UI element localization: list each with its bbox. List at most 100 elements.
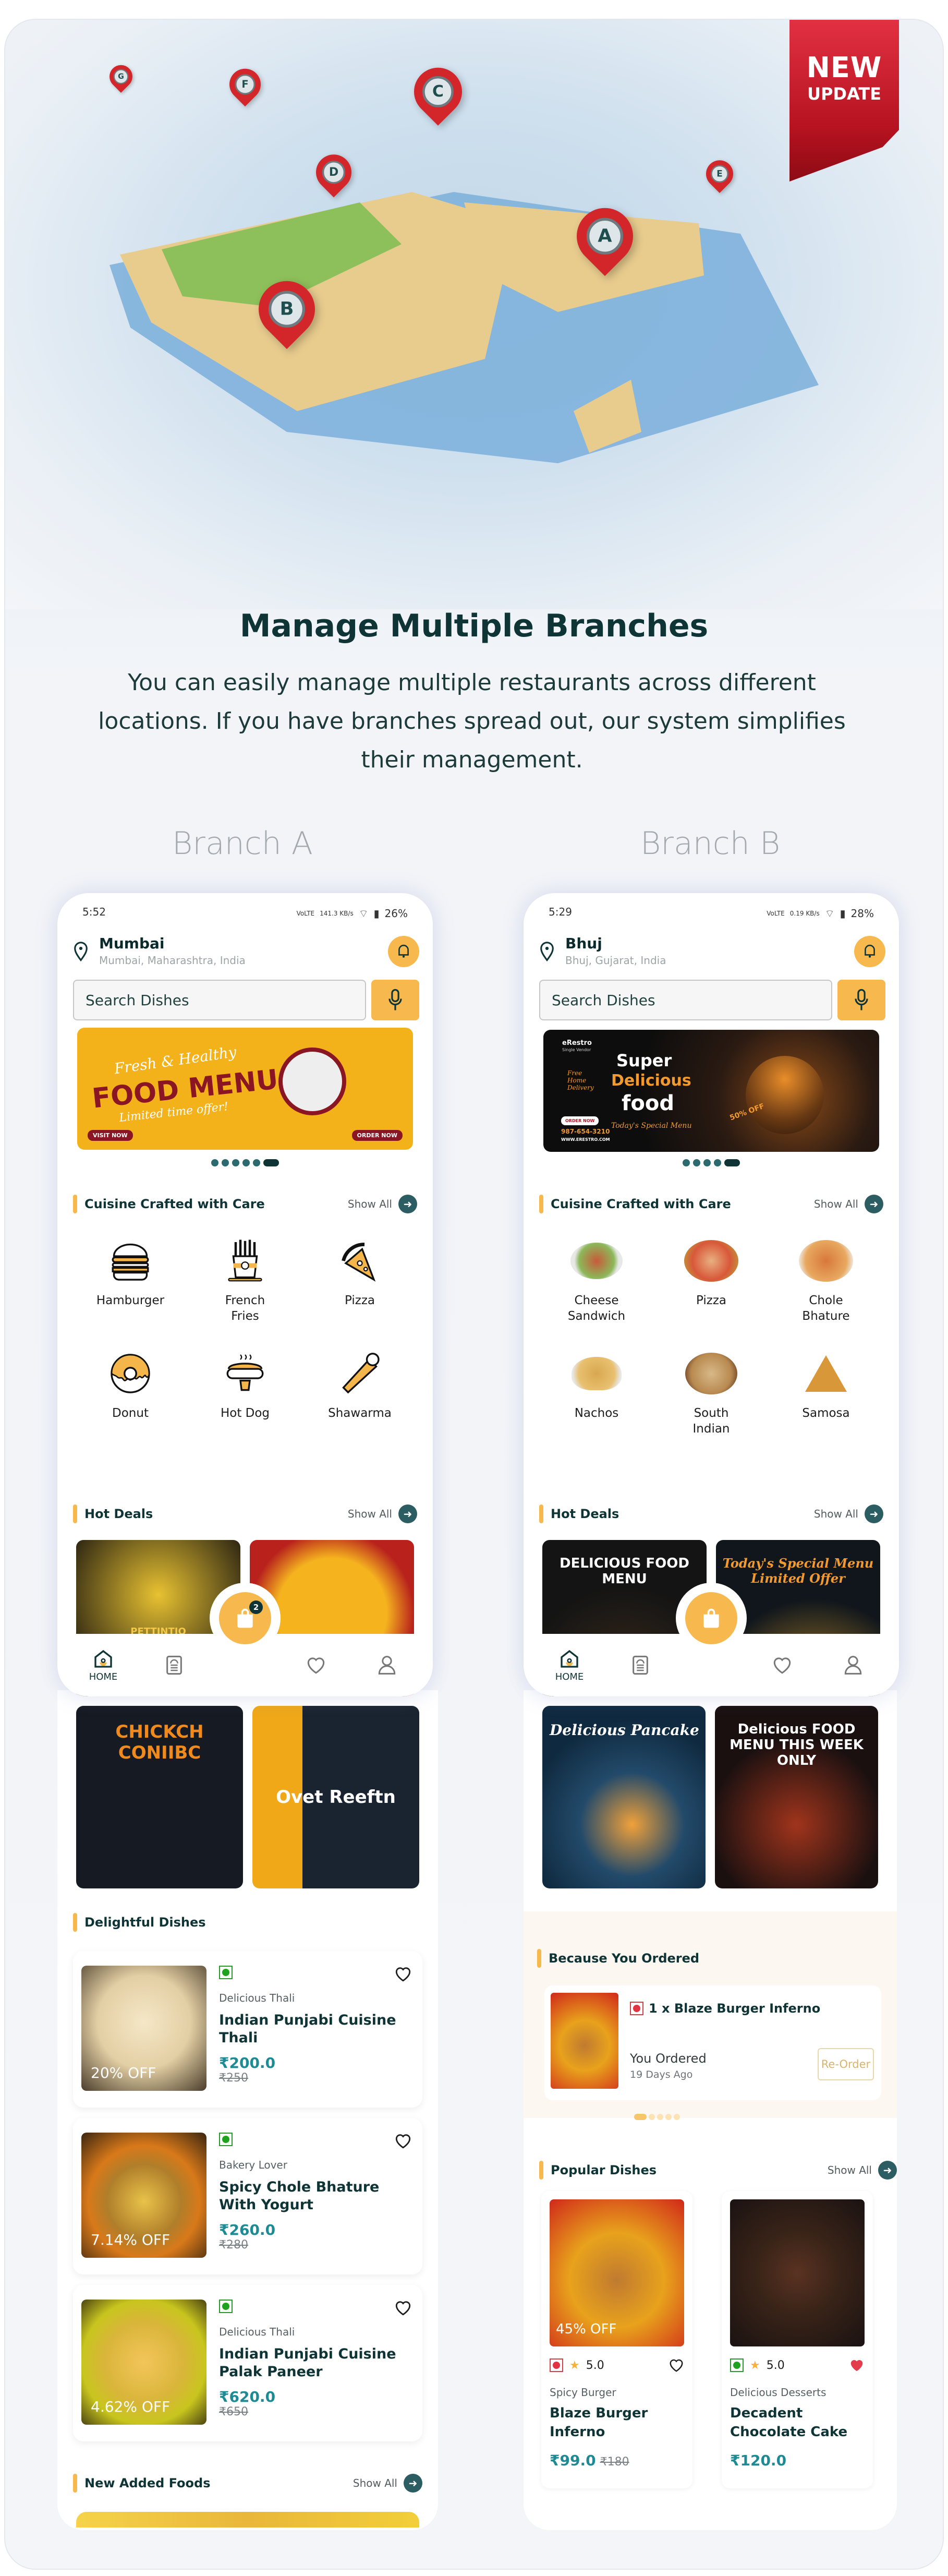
nav-favorites[interactable] <box>285 1656 347 1675</box>
status-time: 5:29 <box>549 906 572 918</box>
wifi-icon: ⌔ <box>824 907 835 920</box>
dish-price: ₹620.0 <box>219 2388 276 2405</box>
network-speed: 141.3 KB/s <box>320 910 354 917</box>
location-selector[interactable]: Mumbai Mumbai, Maharashtra, India <box>73 935 246 967</box>
arrow-right-icon: ➜ <box>865 1504 883 1523</box>
banner-tagline: Today's Special Menu <box>611 1122 692 1130</box>
category-item[interactable]: South Indian <box>654 1345 769 1437</box>
banner-title3: food <box>622 1091 674 1115</box>
nav-orders[interactable] <box>609 1655 672 1676</box>
ribbon-line1: NEW <box>806 51 882 84</box>
donut-icon <box>111 1354 150 1393</box>
section-header-cuisine: Cuisine Crafted with Care Show All ➜ <box>539 1194 883 1214</box>
heart-icon[interactable] <box>394 1966 412 1982</box>
promo-banner[interactable]: eRestro Single Vendor Free Home Delivery… <box>543 1030 879 1152</box>
category-item[interactable]: Shawarma <box>302 1345 417 1421</box>
category-item[interactable]: Cheese Sandwich <box>539 1232 654 1324</box>
veg-icon <box>219 2300 233 2313</box>
section-header-because: Because You Ordered <box>537 1948 881 1969</box>
show-all-button[interactable]: Show All ➜ <box>828 2161 897 2180</box>
dish-card[interactable]: 7.14% OFF Bakery Lover Spicy Chole Bhatu… <box>73 2118 422 2274</box>
location-selector[interactable]: Bhuj Bhuj, Gujarat, India <box>539 935 666 967</box>
show-all-button[interactable]: Show All ➜ <box>353 2474 422 2493</box>
page-title: Manage Multiple Branches <box>239 608 709 644</box>
dish-price: ₹99.0 <box>550 2452 596 2469</box>
category-item[interactable]: Chole Bhature <box>769 1232 883 1324</box>
notification-button[interactable] <box>388 936 419 967</box>
dish-card[interactable]: 20% OFF Delicious Thali Indian Punjabi C… <box>73 1951 422 2108</box>
dish-image: 20% OFF <box>81 1966 206 2091</box>
show-all-button[interactable]: Show All ➜ <box>348 1195 417 1213</box>
notification-button[interactable] <box>854 936 885 967</box>
banner-order-now[interactable]: ORDER NOW <box>351 1130 403 1141</box>
cart-button[interactable] <box>685 1592 737 1644</box>
hamburger-icon <box>112 1243 149 1281</box>
nav-favorites[interactable] <box>751 1656 813 1675</box>
popular-dish-card[interactable]: 45% OFF ★ 5.0 Spicy Burger Blaze Burger … <box>541 2191 692 2488</box>
heart-icon[interactable] <box>669 2358 684 2373</box>
wifi-icon: ⌔ <box>358 907 369 920</box>
category-item[interactable]: Samosa <box>769 1345 883 1437</box>
show-all-button[interactable]: Show All ➜ <box>348 1504 417 1523</box>
banner-visit-now[interactable]: VISIT NOW <box>88 1130 133 1141</box>
promo-banner[interactable]: Fresh & Healthy FOOD MENU Limited time o… <box>77 1028 413 1150</box>
nav-home[interactable]: HOME <box>72 1648 135 1682</box>
cart-button[interactable]: 2 <box>219 1592 271 1644</box>
section-title: Delightful Dishes <box>84 1915 206 1930</box>
location-address: Bhuj, Gujarat, India <box>565 954 666 967</box>
pizza-icon <box>684 1240 738 1282</box>
hot-deal-card[interactable]: Delicious FOOD MENU THIS WEEK ONLY <box>715 1706 878 1888</box>
hot-deal-card[interactable]: Delicious Pancake <box>542 1706 706 1888</box>
nav-profile[interactable] <box>822 1655 884 1676</box>
heart-icon[interactable] <box>394 2133 412 2149</box>
dish-name: Indian Punjabi Cuisine Palak Paneer <box>219 2346 396 2380</box>
hot-deal-card[interactable]: Ovet Reeftn <box>252 1706 419 1888</box>
nav-profile[interactable] <box>356 1655 418 1676</box>
heart-icon[interactable] <box>394 2300 412 2316</box>
show-all-button[interactable]: Show All ➜ <box>814 1504 883 1523</box>
map-illustration <box>110 192 819 463</box>
voice-search-button[interactable] <box>371 980 419 1020</box>
shawarma-icon <box>342 1353 380 1394</box>
heart-icon <box>773 1657 791 1674</box>
dish-image: 45% OFF <box>550 2199 684 2346</box>
chole-bhature-icon <box>799 1240 853 1282</box>
nav-home[interactable]: HOME <box>538 1648 601 1682</box>
dish-card[interactable]: 4.62% OFF Delicious Thali Indian Punjabi… <box>73 2285 422 2441</box>
arrow-right-icon: ➜ <box>398 1195 417 1213</box>
category-item[interactable]: Pizza <box>302 1232 417 1324</box>
category-grid: Cheese Sandwich Pizza Chole Bhature Nach… <box>539 1232 883 1437</box>
category-item[interactable]: Hamburger <box>73 1232 188 1324</box>
nav-orders[interactable] <box>143 1655 205 1676</box>
dish-image: 7.14% OFF <box>81 2133 206 2258</box>
hot-deal-card[interactable]: CHICKCH CONIIBC <box>76 1706 243 1888</box>
search-input[interactable]: Search Dishes <box>539 980 832 1020</box>
voice-search-button[interactable] <box>837 980 885 1020</box>
section-title: Popular Dishes <box>551 2163 657 2177</box>
previous-order-card[interactable]: 1 x Blaze Burger Inferno You Ordered 19 … <box>544 1985 881 2100</box>
pizza-icon <box>342 1243 376 1282</box>
reorder-button[interactable]: Re-Order <box>818 2048 874 2080</box>
profile-icon <box>844 1656 862 1675</box>
section-title: New Added Foods <box>84 2476 211 2490</box>
show-all-button[interactable]: Show All ➜ <box>814 1195 883 1213</box>
network-speed: 0.19 KB/s <box>789 910 820 917</box>
category-item[interactable]: Pizza <box>654 1232 769 1324</box>
popular-dish-card[interactable]: ★ 5.0 Delicious Desserts Decadent Chocol… <box>722 2191 873 2488</box>
page-description: You can easily manage multiple restauran… <box>98 669 846 773</box>
map-pin-a: A <box>565 196 645 286</box>
heart-filled-icon[interactable] <box>849 2358 865 2373</box>
location-pin-icon <box>540 941 554 961</box>
dosa-icon <box>685 1353 737 1394</box>
category-item[interactable]: Hot Dog <box>188 1345 302 1421</box>
category-item[interactable]: Donut <box>73 1345 188 1421</box>
category-item[interactable]: Nachos <box>539 1345 654 1437</box>
search-input[interactable]: Search Dishes <box>73 980 366 1020</box>
veg-icon <box>219 2133 233 2146</box>
banner-website: WWW.ERESTRO.COM <box>561 1137 610 1142</box>
banner-order-now[interactable]: ORDER NOW <box>561 1116 599 1125</box>
category-item[interactable]: French Fries <box>188 1232 302 1324</box>
signal-icon: ▮ <box>840 907 846 920</box>
veg-icon <box>730 2358 744 2372</box>
orders-icon <box>166 1655 182 1675</box>
